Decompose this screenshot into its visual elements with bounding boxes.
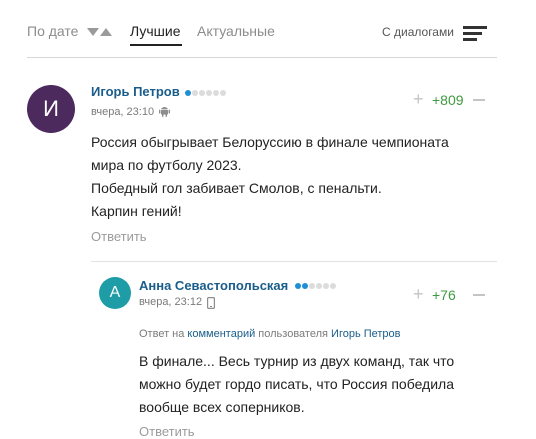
sort-descending-icon — [87, 28, 99, 36]
user-rating-dots — [185, 90, 227, 96]
comment-score: +809 — [432, 92, 464, 108]
divider — [27, 57, 497, 58]
comment-author-link[interactable]: Анна Севастопольская — [139, 278, 288, 293]
sort-direction-toggle[interactable] — [87, 28, 113, 38]
android-icon — [159, 107, 170, 117]
sort-ascending-icon — [100, 28, 112, 36]
avatar[interactable]: А — [99, 277, 131, 309]
comment-text-line: Карпин гений! — [91, 203, 182, 219]
comment-text-line: мира по футболу 2023. — [91, 157, 242, 173]
comment-text-line: можно будет гордо писать, что Россия поб… — [139, 376, 454, 392]
comment-author-link[interactable]: Игорь Петров — [91, 84, 180, 99]
downvote-button[interactable] — [473, 294, 485, 296]
sort-by-date-tab[interactable]: По дате — [27, 23, 78, 39]
sort-best-tab[interactable]: Лучшие — [130, 23, 180, 39]
vote-controls: + +809 — [413, 89, 485, 110]
comments-sort-bar: По дате Лучшие Актуальные С диалогами — [27, 18, 497, 58]
user-rating-dots — [295, 283, 337, 289]
vote-controls: + +76 — [413, 284, 485, 305]
sort-actual-tab[interactable]: Актуальные — [197, 23, 275, 39]
upvote-button[interactable]: + — [413, 284, 424, 305]
comment-text-line: Россия обыгрывает Белоруссию в финале че… — [91, 134, 449, 150]
parent-comment-link[interactable]: комментарий — [187, 328, 255, 340]
divider — [91, 261, 497, 262]
comment-text: В финале... Весь турнир из двух команд, … — [139, 350, 454, 419]
thread-view-icon[interactable] — [463, 26, 487, 42]
phone-icon — [207, 297, 215, 309]
comment-text-line: В финале... Весь турнир из двух команд, … — [139, 353, 455, 369]
with-dialogs-toggle[interactable]: С диалогами — [382, 25, 454, 39]
comment-timestamp: вчера, 23:12 — [139, 296, 203, 308]
reply-button[interactable]: Ответить — [139, 424, 195, 439]
comment-text-line: Победный гол забивает Смолов, с пенальти… — [91, 180, 382, 196]
upvote-button[interactable]: + — [413, 89, 424, 110]
comment-timestamp: вчера, 23:10 — [91, 106, 155, 118]
downvote-button[interactable] — [473, 99, 485, 101]
comment-text: Россия обыгрывает Белоруссию в финале че… — [91, 131, 449, 223]
avatar[interactable]: И — [27, 85, 75, 133]
reply-reference: Ответ на комментарий пользователя Игорь … — [139, 328, 401, 340]
comment-text-line: вообще всех соперников. — [139, 399, 305, 415]
comment-score: +76 — [432, 287, 456, 303]
active-tab-underline — [130, 44, 182, 46]
parent-author-link[interactable]: Игорь Петров — [331, 328, 400, 340]
reply-button[interactable]: Ответить — [91, 229, 147, 244]
